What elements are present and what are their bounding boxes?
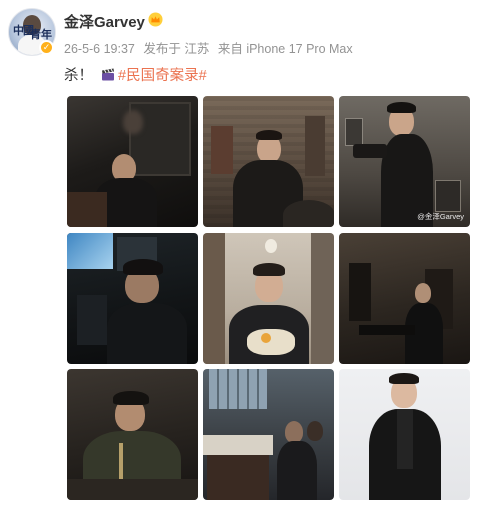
photo-9[interactable] bbox=[339, 369, 470, 500]
weibo-post: 中國 青年 ✓ 金泽Garvey 26-5-6 19:37 发布于 江苏 来自 … bbox=[0, 0, 487, 511]
photo-5[interactable] bbox=[203, 233, 334, 364]
post-meta: 26-5-6 19:37 发布于 江苏 来自 iPhone 17 Pro Max bbox=[64, 38, 358, 57]
photo-3[interactable]: @金泽Garvey bbox=[339, 96, 470, 227]
photo-7[interactable] bbox=[67, 369, 198, 500]
photo-1[interactable] bbox=[67, 96, 198, 227]
post-date[interactable]: 26-5-6 19:37 bbox=[64, 42, 135, 56]
photo-6[interactable] bbox=[339, 233, 470, 364]
post-text: 杀！ bbox=[64, 68, 93, 84]
clapper-board-icon bbox=[102, 68, 114, 81]
post-source: 来自 iPhone 17 Pro Max bbox=[217, 42, 353, 56]
photo-2[interactable] bbox=[203, 96, 334, 227]
crown-icon[interactable] bbox=[148, 12, 163, 27]
username[interactable]: 金泽Garvey bbox=[64, 11, 145, 32]
verified-badge-icon: ✓ bbox=[39, 40, 54, 55]
post-content: 杀！ #民国奇案录# bbox=[64, 64, 207, 85]
photo-4[interactable] bbox=[67, 233, 198, 364]
photo-watermark: @金泽Garvey bbox=[417, 212, 464, 221]
post-location: 发布于 江苏 bbox=[143, 42, 210, 56]
hashtag-link[interactable]: #民国奇案录# bbox=[118, 64, 207, 85]
photo-8[interactable] bbox=[203, 369, 334, 500]
